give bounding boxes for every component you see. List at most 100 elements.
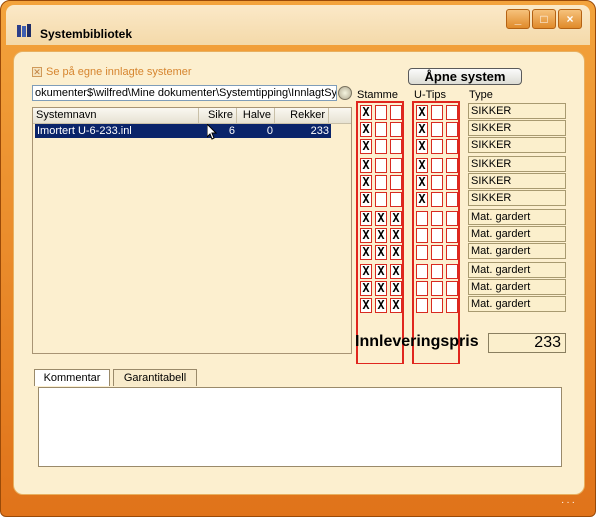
utips-cell[interactable]: X <box>416 122 428 137</box>
utips-cell[interactable] <box>431 192 443 207</box>
stamme-cell[interactable]: X <box>390 211 402 226</box>
utips-cell[interactable] <box>446 228 458 243</box>
utips-label: U-Tips <box>414 89 446 101</box>
utips-cell[interactable] <box>416 281 428 296</box>
utips-cell[interactable] <box>446 245 458 260</box>
stamme-cell[interactable] <box>390 192 402 207</box>
close-button[interactable]: × <box>558 9 582 29</box>
utips-cell[interactable]: X <box>416 158 428 173</box>
stamme-cell[interactable]: X <box>375 228 387 243</box>
minimize-button[interactable]: _ <box>506 9 530 29</box>
table-row[interactable]: Imortert U-6-233.inl 6 0 233 <box>35 124 331 138</box>
stamme-cell[interactable]: X <box>360 211 372 226</box>
utips-cell[interactable]: X <box>416 192 428 207</box>
stamme-cell[interactable]: X <box>360 158 372 173</box>
window-frame: Systembibliotek _ □ × ✕ Se på egne innla… <box>0 0 596 517</box>
stamme-cell[interactable] <box>390 105 402 120</box>
stamme-cell[interactable] <box>375 158 387 173</box>
utips-cell[interactable] <box>446 139 458 154</box>
type-value: Mat. gardert <box>468 262 566 278</box>
utips-cell[interactable]: X <box>416 105 428 120</box>
utips-cell[interactable] <box>431 158 443 173</box>
column-halve[interactable]: Halve <box>237 108 275 123</box>
utips-cell[interactable] <box>416 211 428 226</box>
comment-textarea[interactable] <box>38 387 562 467</box>
maximize-button[interactable]: □ <box>532 9 556 29</box>
tab-garantitabell[interactable]: Garantitabell <box>113 369 197 386</box>
utips-cell[interactable]: X <box>416 175 428 190</box>
row-name: Imortert U-6-233.inl <box>37 125 132 137</box>
stamme-cell[interactable]: X <box>390 228 402 243</box>
column-sikre[interactable]: Sikre <box>199 108 237 123</box>
browse-button[interactable] <box>338 86 352 100</box>
stamme-cell[interactable]: X <box>360 139 372 154</box>
stamme-cell[interactable] <box>375 122 387 137</box>
stamme-cell[interactable]: X <box>390 298 402 313</box>
stamme-cell[interactable] <box>375 192 387 207</box>
stamme-cell[interactable] <box>390 158 402 173</box>
tab-kommentar[interactable]: Kommentar <box>34 369 110 386</box>
utips-cell[interactable] <box>431 298 443 313</box>
column-systemnavn[interactable]: Systemnavn <box>33 108 199 123</box>
utips-cell[interactable] <box>431 228 443 243</box>
stamme-cell[interactable] <box>375 139 387 154</box>
stamme-cell[interactable] <box>390 122 402 137</box>
utips-cell[interactable] <box>431 175 443 190</box>
utips-cell[interactable] <box>446 105 458 120</box>
type-value: SIKKER <box>468 120 566 136</box>
stamme-cell[interactable]: X <box>360 281 372 296</box>
stamme-cell[interactable]: X <box>360 245 372 260</box>
client-area: ✕ Se på egne innlagte systemer okumenter… <box>13 51 585 495</box>
utips-cell[interactable] <box>431 122 443 137</box>
utips-cell[interactable] <box>431 139 443 154</box>
stamme-cell[interactable]: X <box>390 281 402 296</box>
utips-cell[interactable] <box>446 175 458 190</box>
utips-cell[interactable] <box>416 298 428 313</box>
stamme-cell[interactable]: X <box>375 298 387 313</box>
stamme-cell[interactable]: X <box>375 245 387 260</box>
utips-cell[interactable]: X <box>416 139 428 154</box>
stamme-cell[interactable]: X <box>390 264 402 279</box>
utips-cell[interactable] <box>416 228 428 243</box>
utips-cell[interactable] <box>431 211 443 226</box>
stamme-grid: XXXXXXXXXXXXXXXXXXXXXXXX <box>356 101 404 365</box>
utips-cell[interactable] <box>416 264 428 279</box>
stamme-cell[interactable]: X <box>360 175 372 190</box>
stamme-cell[interactable]: X <box>360 228 372 243</box>
stamme-cell[interactable] <box>390 175 402 190</box>
stamme-cell[interactable] <box>375 105 387 120</box>
type-value: SIKKER <box>468 173 566 189</box>
open-system-button[interactable]: Åpne system <box>408 68 522 85</box>
stamme-cell[interactable] <box>375 175 387 190</box>
resize-grip[interactable]: ··· <box>561 497 577 508</box>
stamme-cell[interactable]: X <box>360 192 372 207</box>
own-systems-checkbox-row[interactable]: ✕ Se på egne innlagte systemer <box>32 66 192 78</box>
utips-cell[interactable] <box>431 245 443 260</box>
utips-cell[interactable] <box>431 105 443 120</box>
path-input[interactable]: okumenter$\wilfred\Mine dokumenter\Syste… <box>32 85 337 101</box>
utips-cell[interactable] <box>431 281 443 296</box>
utips-cell[interactable] <box>431 264 443 279</box>
stamme-cell[interactable]: X <box>375 281 387 296</box>
stamme-cell[interactable]: X <box>360 264 372 279</box>
utips-cell[interactable] <box>446 211 458 226</box>
stamme-cell[interactable]: X <box>375 264 387 279</box>
utips-cell[interactable] <box>446 122 458 137</box>
utips-cell[interactable] <box>446 264 458 279</box>
stamme-cell[interactable] <box>390 139 402 154</box>
utips-cell[interactable] <box>446 298 458 313</box>
own-systems-checkbox[interactable]: ✕ <box>32 67 42 77</box>
stamme-cell[interactable]: X <box>360 298 372 313</box>
utips-cell[interactable] <box>446 192 458 207</box>
utips-cell[interactable] <box>446 158 458 173</box>
stamme-cell[interactable]: X <box>390 245 402 260</box>
utips-cell[interactable] <box>416 245 428 260</box>
utips-cell[interactable] <box>446 281 458 296</box>
stamme-cell[interactable]: X <box>360 105 372 120</box>
title-bar[interactable]: Systembibliotek _ □ × <box>6 5 590 45</box>
column-rekker[interactable]: Rekker <box>275 108 329 123</box>
type-value: SIKKER <box>468 190 566 206</box>
stamme-cell[interactable]: X <box>360 122 372 137</box>
systems-list[interactable]: Systemnavn Sikre Halve Rekker Imortert U… <box>32 107 352 354</box>
stamme-cell[interactable]: X <box>375 211 387 226</box>
